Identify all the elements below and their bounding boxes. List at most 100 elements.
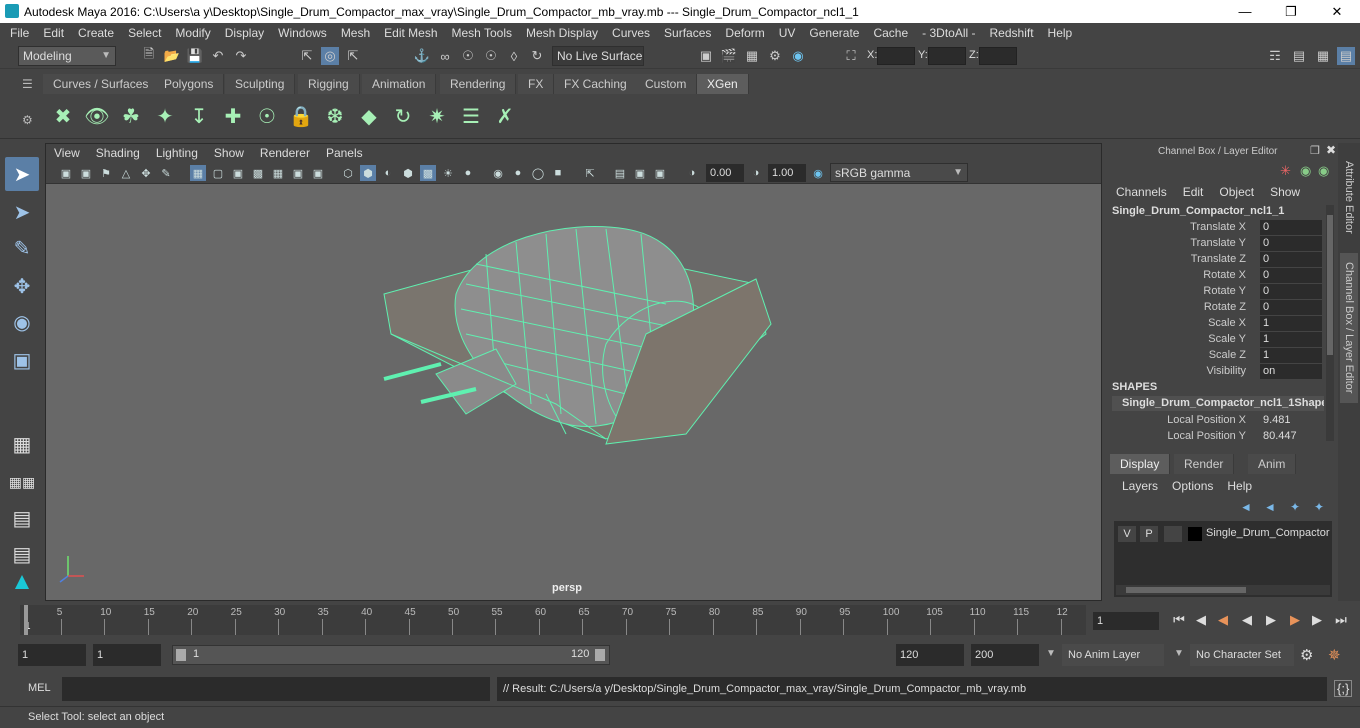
resolution-gate-icon[interactable]: ▣ <box>230 165 246 181</box>
anim-layer-chevron-icon[interactable]: ▼ <box>1046 648 1056 659</box>
menu-select[interactable]: Select <box>121 26 168 40</box>
attr-value[interactable]: 1 <box>1260 316 1322 331</box>
two-d-pan-icon[interactable]: ✥ <box>138 165 154 181</box>
motion-blur-icon[interactable]: ● <box>510 165 526 181</box>
object-name[interactable]: Single_Drum_Compactor_ncl1_1 <box>1112 205 1284 217</box>
attr-value[interactable]: 0 <box>1260 300 1322 315</box>
color-space-dropdown[interactable]: sRGB gamma ▼ <box>830 163 968 182</box>
render-settings-icon[interactable]: ⚙ <box>766 47 784 65</box>
manipulator-icon[interactable]: ✳ <box>1280 163 1291 179</box>
playback-end-field[interactable]: 120 <box>896 644 964 666</box>
mode-dropdown[interactable]: Modeling ▼ <box>18 46 116 66</box>
gamma-icon[interactable]: ◑ <box>748 165 764 181</box>
attr-value[interactable]: 1 <box>1260 332 1322 347</box>
attr-row[interactable]: Translate X 0 <box>1104 220 1324 236</box>
animation-end-field[interactable]: 200 <box>971 644 1039 666</box>
tab-rigging[interactable]: Rigging <box>298 74 360 94</box>
anti-aliasing-icon[interactable]: ◯ <box>530 165 546 181</box>
select-object-icon[interactable]: ◎ <box>321 47 339 65</box>
xgen-create-description-icon[interactable]: ☘ <box>116 101 146 131</box>
save-scene-icon[interactable]: 💾 <box>186 47 204 65</box>
open-scene-icon[interactable]: 📂 <box>163 47 181 65</box>
le-menu-options[interactable]: Options <box>1172 479 1213 493</box>
grid-toggle-icon[interactable]: ▦ <box>190 165 206 181</box>
scale-tool-icon[interactable]: ▣ <box>5 343 39 377</box>
attr-value[interactable]: 0 <box>1260 284 1322 299</box>
tab-sculpting[interactable]: Sculpting <box>225 74 296 94</box>
step-back-key-icon[interactable]: ◀ <box>1214 611 1232 629</box>
select-hierarchy-icon[interactable]: ⇱ <box>298 47 316 65</box>
shape-name[interactable]: Single_Drum_Compactor_ncl1_1Shape <box>1112 396 1324 411</box>
attr-row[interactable]: Rotate Y 0 <box>1104 284 1324 300</box>
shape-attr-row[interactable]: Local Position Y 80.447 <box>1104 429 1324 445</box>
select-component-icon[interactable]: ⇱ <box>344 47 362 65</box>
anim-layer-dropdown[interactable]: No Anim Layer <box>1062 644 1164 666</box>
film-gate-icon[interactable]: ▢ <box>210 165 226 181</box>
modeling-toolkit-icon[interactable]: ☶ <box>1266 47 1284 65</box>
play-backwards-icon[interactable]: ◀ <box>1238 611 1256 629</box>
channel-box-icon[interactable]: ▤ <box>1337 47 1355 65</box>
cb-menu-edit[interactable]: Edit <box>1183 185 1204 199</box>
layer-hscrollbar[interactable] <box>1116 585 1330 595</box>
xray-components-icon[interactable]: ▣ <box>652 165 668 181</box>
tab-polygons[interactable]: Polygons <box>154 74 225 94</box>
menu-mesh-display[interactable]: Mesh Display <box>519 26 605 40</box>
y-coord-field[interactable] <box>928 47 966 65</box>
menu-curves[interactable]: Curves <box>605 26 657 40</box>
attr-value[interactable]: 1 <box>1260 348 1322 363</box>
step-back-frame-icon[interactable]: ◀​ <box>1192 611 1210 629</box>
cb-menu-channels[interactable]: Channels <box>1116 185 1167 199</box>
xgen-clump-icon[interactable]: ✷ <box>422 101 452 131</box>
shelf-settings-icon[interactable]: ⚙ <box>22 113 33 127</box>
vp-menu-renderer[interactable]: Renderer <box>252 146 318 160</box>
two-layout-icon[interactable]: ▤ <box>5 501 39 535</box>
gate-mask-icon[interactable]: ▩ <box>250 165 266 181</box>
shelf-menu-icon[interactable]: ☰ <box>22 77 33 91</box>
lasso-tool-icon[interactable]: ➤ <box>5 195 39 229</box>
x-coord-field[interactable] <box>877 47 915 65</box>
xray-icon[interactable]: ▤ <box>612 165 628 181</box>
live-surface-field[interactable]: No Live Surface <box>552 46 644 66</box>
exposure-field[interactable]: 0.00 <box>706 164 744 182</box>
wireframe-on-shaded-icon[interactable]: ◐ <box>380 165 396 181</box>
vp-menu-lighting[interactable]: Lighting <box>148 146 206 160</box>
attr-row[interactable]: Scale Y 1 <box>1104 332 1324 348</box>
single-layout-icon[interactable]: ▦ <box>5 427 39 461</box>
menu-generate[interactable]: Generate <box>802 26 866 40</box>
command-input[interactable] <box>62 677 490 701</box>
speed-icon[interactable]: ◉ <box>1300 163 1311 179</box>
vp-menu-shading[interactable]: Shading <box>88 146 148 160</box>
grease-pencil-icon[interactable]: ✎ <box>158 165 174 181</box>
menu-deform[interactable]: Deform <box>718 26 771 40</box>
menu-uv[interactable]: UV <box>772 26 803 40</box>
tab-display[interactable]: Display <box>1110 454 1171 474</box>
redo-icon[interactable]: ↷ <box>232 47 250 65</box>
attr-value[interactable]: 0 <box>1260 220 1322 235</box>
channel-box-scrollbar[interactable] <box>1326 205 1334 441</box>
snap-grid-icon[interactable]: ⚓ <box>413 47 431 65</box>
attr-value[interactable]: 80.447 <box>1260 429 1322 444</box>
xgen-sculpt-guide-icon[interactable]: ↧ <box>184 101 214 131</box>
scrollbar-thumb[interactable] <box>1327 215 1333 355</box>
render-frame-icon[interactable]: 🎬 <box>720 47 738 65</box>
paint-select-tool-icon[interactable]: ✎ <box>5 231 39 265</box>
menu-surfaces[interactable]: Surfaces <box>657 26 718 40</box>
move-layer-up-icon[interactable]: ◄ <box>1240 500 1252 514</box>
drum-compactor-model[interactable] <box>383 226 772 445</box>
shadows-icon[interactable]: ● <box>460 165 476 181</box>
menu-windows[interactable]: Windows <box>271 26 334 40</box>
snap-surface-icon[interactable]: ◊ <box>505 47 523 65</box>
tab-attribute-editor[interactable]: Attribute Editor <box>1340 149 1358 245</box>
xgen-grass-icon[interactable]: ❆ <box>320 101 350 131</box>
tab-xgen[interactable]: XGen <box>697 74 749 94</box>
animation-preferences-icon[interactable]: ✵ <box>1328 646 1341 664</box>
attr-value[interactable]: 0 <box>1260 236 1322 251</box>
color-management-icon[interactable]: ◉ <box>810 165 826 181</box>
xray-joints-icon[interactable]: ▣ <box>632 165 648 181</box>
menu-edit-mesh[interactable]: Edit Mesh <box>377 26 444 40</box>
hypershade-icon[interactable]: ◉ <box>789 47 807 65</box>
snap-live-icon[interactable]: ↻ <box>528 47 546 65</box>
use-all-lights-icon[interactable]: ☀ <box>440 165 456 181</box>
xgen-place-guide-icon[interactable]: ✚ <box>218 101 248 131</box>
menu-modify[interactable]: Modify <box>168 26 217 40</box>
